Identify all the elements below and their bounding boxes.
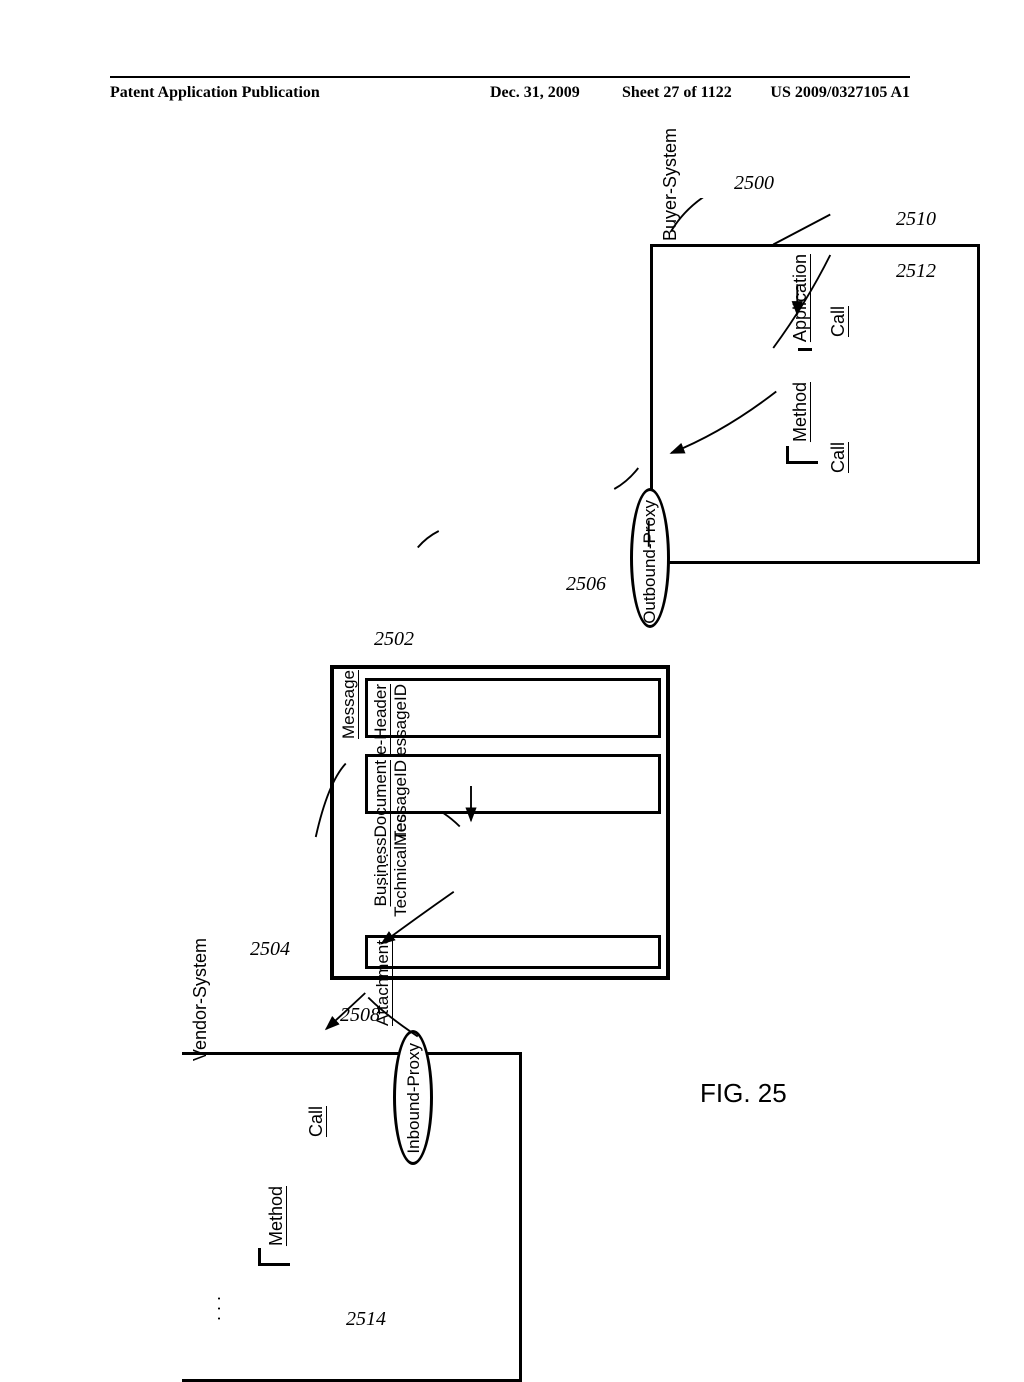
ref-2512: 2512 [896,260,936,283]
vendor-call: Call [306,1106,327,1137]
application-label: Application [790,254,811,342]
ref-2510: 2510 [896,208,936,231]
buyer-system-box [650,244,980,564]
buyer-method-label: Method [790,382,811,442]
ref-2502: 2502 [374,628,414,651]
figure-caption: FIG. 25 [700,1078,787,1109]
header-publication: Patent Application Publication [110,84,320,102]
method-bracket-h [786,461,818,464]
header-date: Dec. 31, 2009 [490,84,580,102]
ref-2504: 2504 [250,938,290,961]
vendor-system-title: Vendor-System [190,938,211,1061]
header-sheet: Sheet 27 of 1122 [622,84,732,102]
vendor-method-label: Method [266,1186,287,1246]
application-tick [798,348,812,351]
attachment-box [365,935,661,969]
message-title: Message [339,670,359,739]
page-frame: Patent Application Publication Dec. 31, … [110,76,910,1226]
vendor-method-bracket-h [258,1263,290,1266]
outbound-proxy-label: Outbound-Proxy [640,500,660,624]
vendor-dots: . . . [204,1296,225,1321]
header-row: Patent Application Publication Dec. 31, … [110,78,910,108]
buyer-call-2: Call [828,442,849,473]
buyer-call-1: Call [828,306,849,337]
ref-2500: 2500 [734,172,774,195]
ref-2508: 2508 [340,1004,380,1027]
business-document-field: TechnicalMessageID [391,760,411,917]
header-pubno: US 2009/0327105 A1 [770,84,910,102]
message-dots: . . . . [373,853,393,886]
figure-25: Buyer-System Application Call Method Cal… [280,198,1010,1098]
ref-2506: 2506 [566,573,606,596]
inbound-proxy-label: Inbound-Proxy [404,1043,424,1154]
buyer-system-title: Buyer-System [660,128,681,241]
vendor-system-box [182,1052,522,1382]
